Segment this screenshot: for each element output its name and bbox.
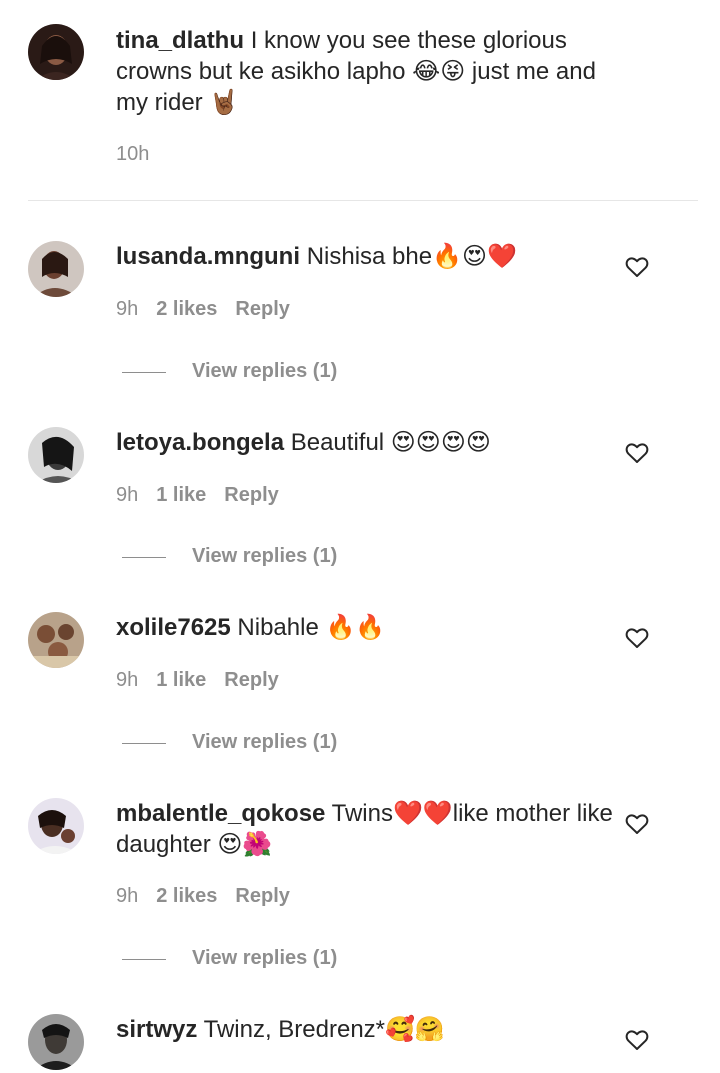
view-replies-button[interactable]: View replies (1) [122,947,382,971]
comment-meta: 9h 1 like Reply [116,669,279,692]
likes-count[interactable]: 2 likes [156,885,217,907]
reply-button[interactable]: Reply [235,298,289,320]
likes-count[interactable]: 1 like [156,669,206,691]
avatar[interactable] [28,241,84,297]
heart-outline-icon[interactable] [625,442,649,464]
replies-line [122,372,166,373]
timestamp: 10h [116,143,150,165]
replies-line [122,557,166,558]
avatar[interactable] [28,1014,84,1070]
comment-text: sirtwyz Twinz, Bredrenz*🥰🤗 [116,1014,626,1045]
username[interactable]: lusanda.mnguni [116,243,300,270]
avatar[interactable] [28,427,84,483]
heart-outline-icon[interactable] [625,627,649,649]
comment-text: xolile7625 Nibahle 🔥🔥 [116,612,626,643]
comment-body: Twinz, Bredrenz*🥰🤗 [203,1016,445,1043]
heart-outline-icon[interactable] [625,1029,649,1051]
replies-line [122,743,166,744]
username[interactable]: letoya.bongela [116,429,284,456]
reply-button[interactable]: Reply [224,484,278,506]
reply-button[interactable]: Reply [235,885,289,907]
comment-meta: 9h 2 likes Reply [116,298,290,321]
likes-count[interactable]: 1 like [156,484,206,506]
comment-meta: 9h 1 like Reply [116,484,279,507]
avatar[interactable] [28,798,84,854]
timestamp: 9h [116,484,139,506]
comment-meta: 9h 2 likes Reply [116,885,290,908]
view-replies-label: View replies (1) [192,731,338,753]
comment-text: lusanda.mnguni Nishisa bhe🔥😍❤️ [116,241,626,272]
view-replies-label: View replies (1) [192,360,338,382]
divider [28,200,698,201]
avatar[interactable] [28,24,84,80]
username[interactable]: mbalentle_qokose [116,800,325,827]
comment-body: Beautiful 😍😍😍😍 [290,429,491,456]
caption-block: tina_dlathu I know you see these gloriou… [0,0,720,200]
username[interactable]: sirtwyz [116,1016,197,1043]
likes-count[interactable]: 2 likes [156,298,217,320]
view-replies-button[interactable]: View replies (1) [122,360,382,384]
caption-text: tina_dlathu I know you see these gloriou… [116,25,626,118]
timestamp: 9h [116,669,139,691]
comment-text: mbalentle_qokose Twins❤️❤️like mother li… [116,798,626,860]
comment-text: letoya.bongela Beautiful 😍😍😍😍 [116,427,626,458]
reply-button[interactable]: Reply [224,669,278,691]
heart-outline-icon[interactable] [625,256,649,278]
avatar[interactable] [28,612,84,668]
replies-line [122,959,166,960]
view-replies-button[interactable]: View replies (1) [122,731,382,755]
view-replies-button[interactable]: View replies (1) [122,545,382,569]
heart-outline-icon[interactable] [625,813,649,835]
timestamp: 9h [116,298,139,320]
comment-body: Nibahle 🔥🔥 [237,614,386,641]
view-replies-label: View replies (1) [192,947,338,969]
username[interactable]: xolile7625 [116,614,231,641]
username[interactable]: tina_dlathu [116,27,244,54]
comment-body: Nishisa bhe🔥😍❤️ [306,243,517,270]
timestamp: 9h [116,885,139,907]
view-replies-label: View replies (1) [192,545,338,567]
